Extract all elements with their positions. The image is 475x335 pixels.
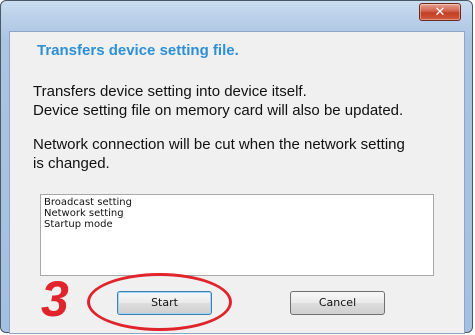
list-item[interactable]: Broadcast setting (44, 197, 430, 208)
dialog-heading: Transfers device setting file. (37, 42, 239, 59)
dialog-content: Transfers device setting file. Transfers… (9, 31, 465, 334)
description-text: Transfers device setting into device its… (33, 82, 453, 120)
warning-line: is changed. (33, 155, 110, 172)
title-bar[interactable]: ✕ (1, 1, 472, 31)
step-number-label: 3 (41, 271, 69, 327)
close-icon: ✕ (434, 5, 446, 20)
dialog-window: ✕ Transfers device setting file. Transfe… (0, 0, 473, 334)
start-button-highlight-ellipse (87, 273, 232, 331)
close-button[interactable]: ✕ (419, 3, 461, 21)
cancel-button[interactable]: Cancel (290, 291, 385, 315)
warning-text: Network connection will be cut when the … (33, 135, 453, 173)
list-item[interactable]: Network setting (44, 208, 430, 219)
settings-listbox[interactable]: Broadcast setting Network setting Startu… (40, 194, 434, 276)
warning-line: Network connection will be cut when the … (33, 136, 405, 153)
description-line: Device setting file on memory card will … (33, 102, 404, 119)
description-line: Transfers device setting into device its… (33, 83, 307, 100)
list-item[interactable]: Startup mode (44, 219, 430, 230)
